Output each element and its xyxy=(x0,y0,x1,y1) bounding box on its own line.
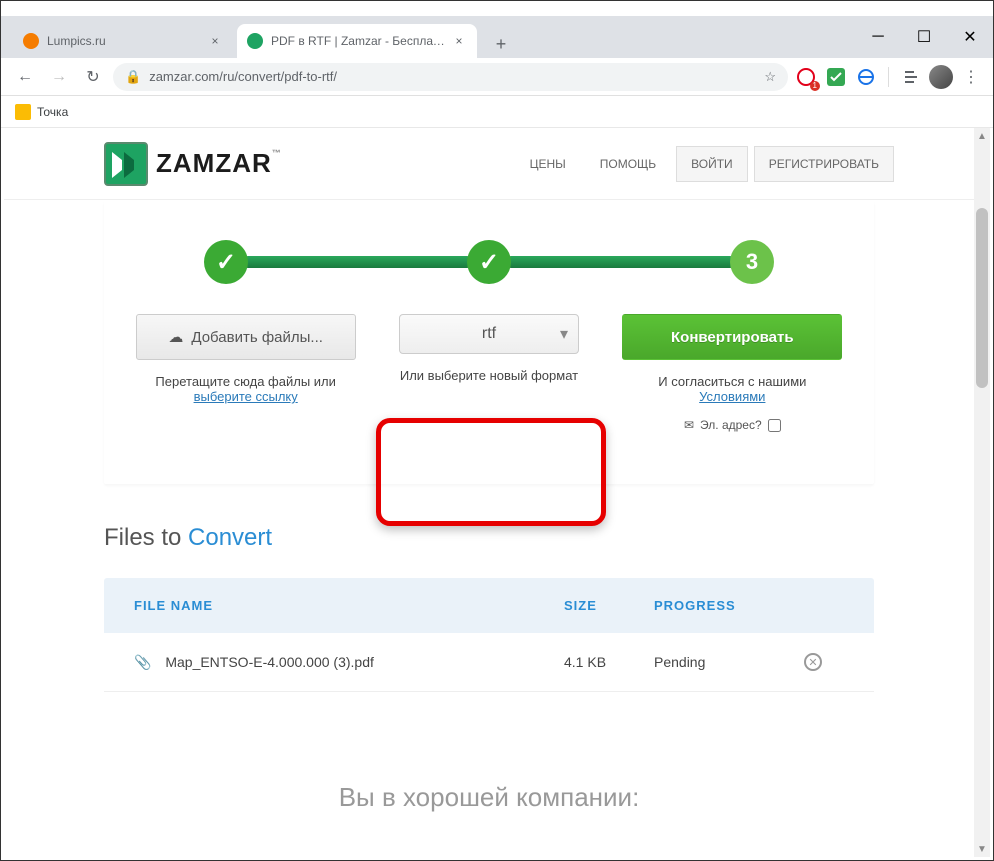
file-progress: Pending xyxy=(654,654,804,670)
tab-title: Lumpics.ru xyxy=(47,34,201,48)
bookmark-favicon xyxy=(15,104,31,120)
nav-login[interactable]: ВОЙТИ xyxy=(676,146,748,182)
extension-opera[interactable]: 1 xyxy=(794,65,818,89)
col-name: FILE NAME xyxy=(134,598,564,613)
url-field[interactable]: 🔒 zamzar.com/ru/convert/pdf-to-rtf/ ☆ xyxy=(113,63,788,91)
favicon-zamzar xyxy=(247,33,263,49)
primary-nav: ЦЕНЫ ПОМОЩЬ ВОЙТИ РЕГИСТРИРОВАТЬ xyxy=(516,146,894,182)
tab-lumpics[interactable]: Lumpics.ru × xyxy=(13,24,233,58)
close-window-button[interactable]: ✕ xyxy=(947,16,993,58)
tabs-bar: Lumpics.ru × PDF в RTF | Zamzar - Беспла… xyxy=(1,16,993,58)
remove-file-button[interactable]: ✕ xyxy=(804,653,822,671)
add-files-button[interactable]: ☁ Добавить файлы... xyxy=(136,314,356,360)
converter-card: 3 ☁ Добавить файлы... Перетащите сюда фа… xyxy=(104,200,874,484)
step-col-format: rtf Или выберите новый формат xyxy=(377,314,600,432)
email-checkbox[interactable] xyxy=(768,419,781,432)
url-text: zamzar.com/ru/convert/pdf-to-rtf/ xyxy=(149,69,337,84)
agree-text: И согласиться с нашими Условиями xyxy=(658,374,806,404)
file-size: 4.1 KB xyxy=(564,654,654,670)
scrollbar[interactable]: ▲ ▼ xyxy=(974,128,990,857)
forward-button[interactable]: → xyxy=(45,63,73,91)
star-icon[interactable]: ☆ xyxy=(764,69,776,85)
logo-icon xyxy=(104,142,148,186)
close-icon[interactable]: × xyxy=(451,33,467,49)
email-label: Эл. адрес? xyxy=(700,418,762,432)
tab-zamzar[interactable]: PDF в RTF | Zamzar - Бесплатная… × xyxy=(237,24,477,58)
site-header: ZAMZAR™ ЦЕНЫ ПОМОЩЬ ВОЙТИ РЕГИСТРИРОВАТЬ xyxy=(4,128,974,200)
step-connector xyxy=(509,256,732,268)
address-bar: ← → ↻ 🔒 zamzar.com/ru/convert/pdf-to-rtf… xyxy=(1,58,993,96)
lock-icon: 🔒 xyxy=(125,69,141,85)
file-name: Map_ENTSO-E-4.000.000 (3).pdf xyxy=(165,654,374,670)
scroll-down-icon[interactable]: ▼ xyxy=(974,841,990,857)
extension-check[interactable] xyxy=(824,65,848,89)
tab-title: PDF в RTF | Zamzar - Бесплатная… xyxy=(271,34,445,48)
favicon-lumpics xyxy=(23,33,39,49)
step-1-done xyxy=(204,240,248,284)
bookmarks-bar: Точка xyxy=(1,96,993,128)
extension-globe[interactable] xyxy=(854,65,878,89)
nav-register[interactable]: РЕГИСТРИРОВАТЬ xyxy=(754,146,894,182)
browser-menu-button[interactable]: ⋮ xyxy=(959,67,983,87)
attachment-icon: 📎 xyxy=(134,654,151,670)
mail-icon: ✉ xyxy=(684,418,694,432)
step-3: 3 xyxy=(730,240,774,284)
choose-link[interactable]: выберите ссылку xyxy=(194,389,298,404)
profile-avatar[interactable] xyxy=(929,65,953,89)
add-files-label: Добавить файлы... xyxy=(191,329,323,346)
col-progress: PROGRESS xyxy=(654,598,804,613)
files-table: FILE NAME SIZE PROGRESS 📎 Map_ENTSO-E-4.… xyxy=(104,578,874,692)
convert-button[interactable]: Конвертировать xyxy=(622,314,842,360)
table-row: 📎 Map_ENTSO-E-4.000.000 (3).pdf 4.1 KB P… xyxy=(104,633,874,692)
bookmark-label: Точка xyxy=(37,105,68,119)
step-connector xyxy=(246,256,469,268)
new-tab-button[interactable]: + xyxy=(487,30,515,58)
back-button[interactable]: ← xyxy=(11,63,39,91)
logo[interactable]: ZAMZAR™ xyxy=(104,142,282,186)
brand-name: ZAMZAR™ xyxy=(156,148,282,179)
format-hint: Или выберите новый формат xyxy=(400,368,578,383)
step-col-add: ☁ Добавить файлы... Перетащите сюда файл… xyxy=(134,314,357,432)
convert-label: Конвертировать xyxy=(671,329,794,346)
scroll-up-icon[interactable]: ▲ xyxy=(974,128,990,144)
email-row: ✉ Эл. адрес? xyxy=(684,418,781,432)
format-value: rtf xyxy=(482,325,496,343)
close-icon[interactable]: × xyxy=(207,33,223,49)
scrollbar-thumb[interactable] xyxy=(976,208,988,388)
format-select[interactable]: rtf xyxy=(399,314,579,354)
files-title: Files to Convert xyxy=(104,524,874,552)
maximize-button[interactable]: ☐ xyxy=(901,16,947,58)
nav-help[interactable]: ПОМОЩЬ xyxy=(586,147,670,181)
bookmark-item[interactable]: Точка xyxy=(15,104,68,120)
step-col-convert: Конвертировать И согласиться с нашими Ус… xyxy=(621,314,844,432)
steps: 3 xyxy=(104,220,874,314)
files-section: Files to Convert FILE NAME SIZE PROGRESS… xyxy=(104,524,874,692)
extension-badge: 1 xyxy=(810,81,820,91)
reading-list-icon[interactable] xyxy=(899,65,923,89)
terms-link[interactable]: Условиями xyxy=(699,389,765,404)
nav-prices[interactable]: ЦЕНЫ xyxy=(516,147,580,181)
step-2-done xyxy=(467,240,511,284)
reload-button[interactable]: ↻ xyxy=(79,63,107,91)
minimize-button[interactable]: ─ xyxy=(855,16,901,58)
company-tagline: Вы в хорошей компании: xyxy=(4,782,974,813)
drag-hint: Перетащите сюда файлы или выберите ссылк… xyxy=(155,374,335,404)
col-size: SIZE xyxy=(564,598,654,613)
table-header: FILE NAME SIZE PROGRESS xyxy=(104,578,874,633)
upload-icon: ☁ xyxy=(168,328,183,346)
